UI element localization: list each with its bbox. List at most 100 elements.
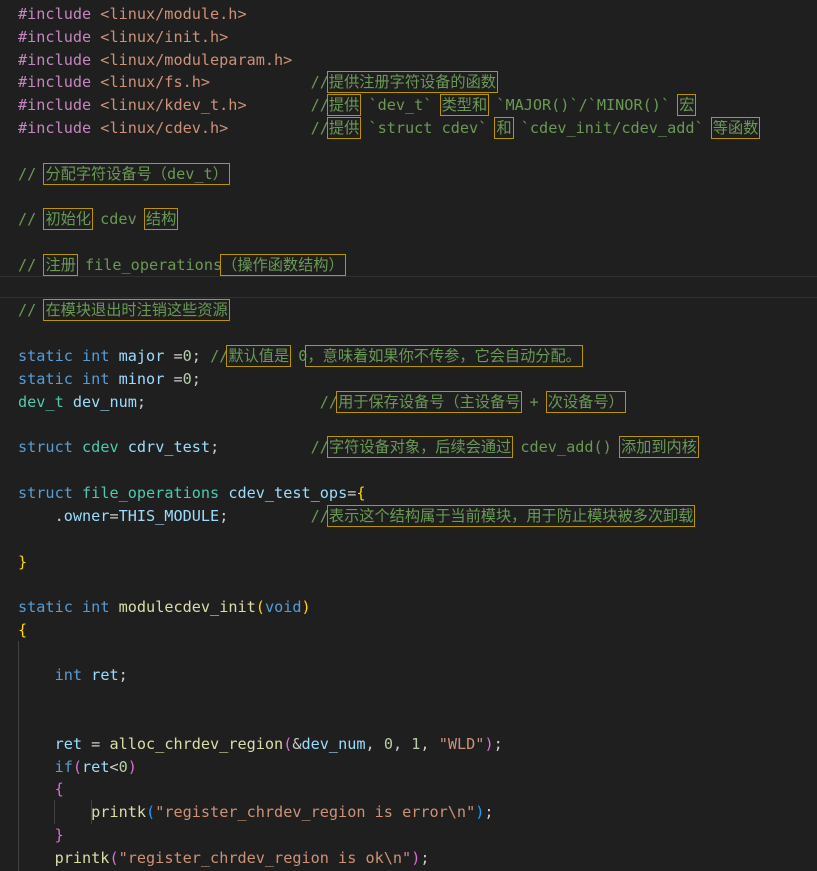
code-token: cdrv_test	[127, 438, 211, 456]
code-line[interactable]: static int major =0; //默认值是 0，意味着如果你不传参，…	[18, 345, 583, 367]
code-token: 0	[182, 347, 192, 365]
code-token: ret	[54, 735, 83, 753]
code-line[interactable]: int ret;	[18, 665, 128, 685]
code-token: alloc_chrdev_region	[109, 735, 284, 753]
code-line[interactable]: // 注册 file_operations（操作函数结构）	[18, 254, 346, 276]
code-line[interactable]: #include <linux/kdev_t.h> //提供 `dev_t` 类…	[18, 94, 697, 116]
code-token: )	[475, 803, 485, 821]
code-token: //	[18, 210, 46, 228]
code-token: )	[301, 598, 311, 616]
code-token: {	[356, 484, 366, 502]
code-token: ;	[210, 438, 311, 456]
code-token: =	[109, 507, 119, 525]
code-token: struct	[18, 484, 73, 502]
code-token: (	[109, 849, 119, 867]
code-line[interactable]: if(ret<0)	[18, 757, 137, 777]
code-line[interactable]: #include <linux/moduleparam.h>	[18, 50, 292, 70]
code-token: dev_num	[72, 393, 137, 411]
code-token: //	[18, 256, 46, 274]
code-token: ;	[493, 735, 503, 753]
code-token: (	[283, 735, 293, 753]
highlighted-comment-text: 结构	[143, 208, 179, 230]
code-token: "register_chrdev_region is error\n"	[155, 803, 476, 821]
code-line[interactable]: struct file_operations cdev_test_ops={	[18, 483, 366, 503]
code-token: "WLD"	[438, 735, 485, 753]
code-line[interactable]: struct cdev cdrv_test; //字符设备对象，后续会通过 cd…	[18, 436, 699, 458]
code-line[interactable]: .owner=THIS_MODULE; //表示这个结构属于当前模块，用于防止模…	[18, 505, 696, 527]
code-line[interactable]: printk("register_chrdev_region is ok\n")…	[18, 848, 430, 868]
current-line-highlight	[0, 276, 817, 298]
code-token: ;	[118, 666, 128, 684]
code-token: 0	[182, 370, 192, 388]
code-line[interactable]: ret = alloc_chrdev_region(&dev_num, 0, 1…	[18, 734, 503, 754]
code-token: int	[82, 370, 110, 388]
highlighted-comment-text: 字符设备对象，后续会通过	[326, 436, 514, 458]
code-token: {	[54, 780, 64, 798]
highlighted-comment-text: 次设备号）	[545, 391, 626, 413]
highlighted-comment-text: 注册	[43, 254, 78, 276]
code-token: struct	[18, 438, 73, 456]
code-line[interactable]: // 分配字符设备号（dev_t）	[18, 163, 230, 185]
highlighted-comment-text: 用于保存设备号（主设备号	[336, 391, 523, 413]
code-token: <linux/fs.h>	[100, 73, 211, 91]
code-token: printk	[54, 849, 110, 867]
code-token: 0	[118, 758, 128, 776]
code-token: <linux/kdev_t.h>	[100, 96, 247, 114]
code-line[interactable]: {	[18, 779, 64, 799]
code-token: ret	[82, 758, 110, 776]
code-token: //	[310, 438, 329, 456]
highlighted-comment-text: ，意味着如果你不传参，它会自动分配。	[305, 345, 583, 367]
highlighted-comment-text: 提供注册字符设备的函数	[326, 71, 498, 93]
code-token: <linux/moduleparam.h>	[100, 51, 293, 69]
code-token: }	[54, 826, 64, 844]
code-line[interactable]: #include <linux/cdev.h> //提供 `struct cde…	[18, 117, 761, 139]
code-token: `struct cdev`	[359, 119, 497, 137]
highlighted-comment-text: 和	[494, 117, 514, 139]
code-token: ret	[91, 666, 119, 684]
code-token: =	[164, 370, 183, 388]
code-line[interactable]: #include <linux/init.h>	[18, 27, 228, 47]
code-token: minor	[118, 370, 165, 388]
code-line[interactable]: }	[18, 552, 27, 572]
code-token: <linux/cdev.h>	[100, 119, 229, 137]
code-line[interactable]: printk("register_chrdev_region is error\…	[18, 802, 494, 822]
code-token: #include	[18, 5, 101, 23]
code-token: //	[18, 165, 46, 183]
code-token: ,	[392, 735, 412, 753]
code-line[interactable]: static int modulecdev_init(void)	[18, 597, 311, 617]
code-token: cdev_add()	[511, 438, 621, 456]
code-token: void	[264, 598, 302, 616]
code-token: ;	[484, 803, 494, 821]
code-line[interactable]: {	[18, 620, 27, 640]
code-token: static	[18, 598, 73, 616]
code-token: cdev_test_ops	[228, 484, 348, 502]
code-line[interactable]: #include <linux/fs.h> //提供注册字符设备的函数	[18, 71, 498, 93]
code-line[interactable]: dev_t dev_num; //用于保存设备号（主设备号 + 次设备号）	[18, 391, 626, 413]
highlighted-comment-text: 提供	[326, 94, 362, 116]
code-token: ;	[219, 507, 311, 525]
code-line[interactable]: static int minor =0;	[18, 369, 201, 389]
code-line[interactable]: #include <linux/module.h>	[18, 4, 247, 24]
code-token: ;	[191, 370, 201, 388]
code-token: ;	[136, 393, 320, 411]
code-token: {	[18, 621, 28, 639]
code-token: THIS_MODULE	[118, 507, 220, 525]
code-line[interactable]: // 初始化 cdev 结构	[18, 208, 179, 230]
code-token: <linux/init.h>	[100, 28, 229, 46]
code-token: file_operations	[75, 256, 223, 274]
code-line[interactable]: // 在模块退出时注销这些资源	[18, 299, 230, 321]
code-line[interactable]: }	[18, 825, 64, 845]
code-editor[interactable]: #include <linux/module.h> #include <linux…	[0, 0, 817, 871]
